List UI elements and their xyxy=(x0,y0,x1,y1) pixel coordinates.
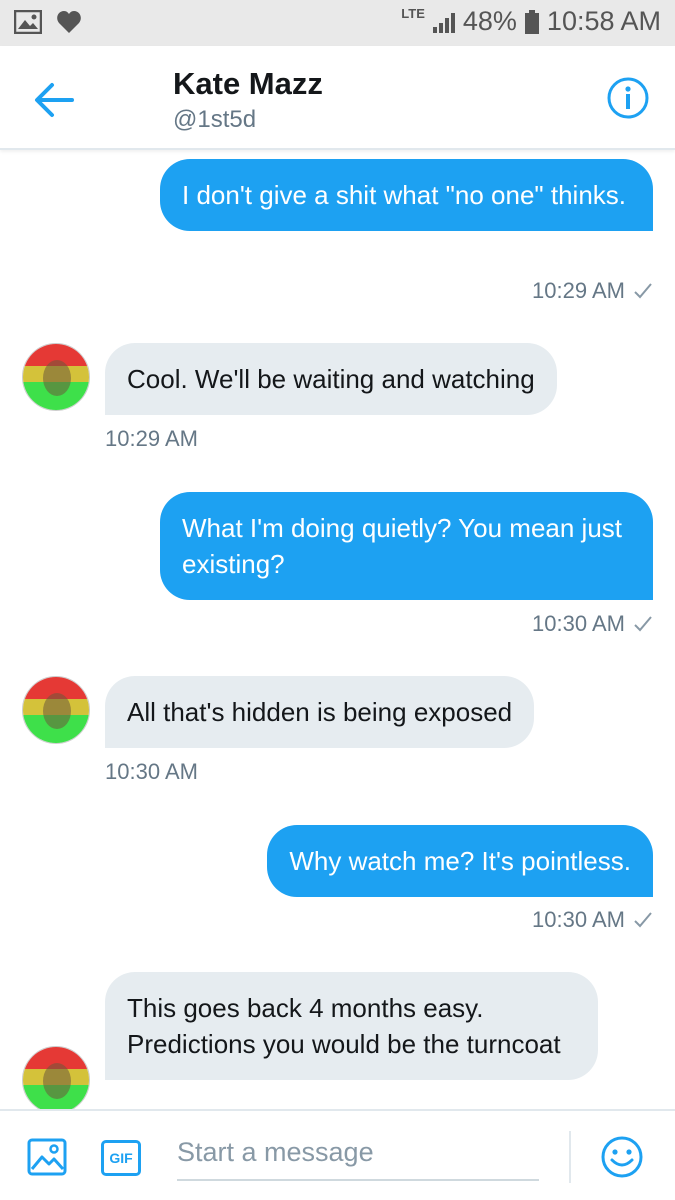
clock: 10:58 AM xyxy=(546,6,661,36)
message-bubble-incoming[interactable]: This goes back 4 months easy. Prediction… xyxy=(105,972,598,1080)
timestamp-text: 10:29 AM xyxy=(532,278,625,303)
message-text: This goes back 4 months easy. Prediction… xyxy=(127,993,561,1059)
message-bubble-outgoing[interactable]: What I'm doing quietly? You mean just ex… xyxy=(160,492,653,600)
message-bubble-incoming[interactable]: Cool. We'll be waiting and watching xyxy=(105,343,557,415)
battery-icon xyxy=(524,9,539,34)
message-input[interactable] xyxy=(177,1125,539,1181)
network-type: LTE xyxy=(401,6,425,21)
avatar[interactable] xyxy=(22,1046,90,1109)
read-check-icon xyxy=(634,912,652,928)
contact-name[interactable]: Kate Mazz xyxy=(173,66,323,102)
image-icon[interactable] xyxy=(27,1137,67,1177)
avatar[interactable] xyxy=(22,676,90,744)
emoji-icon[interactable] xyxy=(600,1135,644,1179)
status-indicators: LTE 48% 10:58 AM xyxy=(401,6,661,37)
info-icon[interactable] xyxy=(606,76,650,120)
status-notifications xyxy=(14,10,82,34)
read-check-icon xyxy=(634,283,652,299)
avatar-image xyxy=(23,677,89,743)
message-bubble-outgoing[interactable]: Why watch me? It's pointless. xyxy=(267,825,653,897)
message-timestamp: 10:30 AM xyxy=(532,907,653,933)
message-composer: GIF xyxy=(0,1109,675,1200)
conversation-header: Kate Mazz @1st5d xyxy=(0,46,675,150)
signal-icon xyxy=(432,11,455,33)
message-bubble-outgoing[interactable]: I don't give a shit what "no one" thinks… xyxy=(160,159,653,231)
message-text: What I'm doing quietly? You mean just ex… xyxy=(182,513,623,579)
message-timestamp: 10:30 AM xyxy=(532,611,653,637)
avatar-image xyxy=(23,1047,89,1109)
message-text: Why watch me? It's pointless. xyxy=(289,846,631,876)
heart-notification-icon xyxy=(57,11,81,33)
message-timestamp: 10:29 AM xyxy=(532,278,653,304)
read-check-icon xyxy=(634,616,652,632)
message-text: All that's hidden is being exposed xyxy=(127,697,513,727)
message-bubble-incoming[interactable]: All that's hidden is being exposed xyxy=(105,676,535,748)
battery-percent: 48% xyxy=(462,6,517,36)
message-text: Cool. We'll be waiting and watching xyxy=(127,364,535,394)
gif-button[interactable]: GIF xyxy=(101,1140,141,1176)
message-timestamp: 10:29 AM xyxy=(105,426,198,451)
status-bar: LTE 48% 10:58 AM xyxy=(0,0,675,46)
message-text: I don't give a shit what "no one" thinks… xyxy=(182,180,627,210)
avatar[interactable] xyxy=(22,343,90,411)
back-arrow-icon[interactable] xyxy=(32,80,76,120)
avatar-image xyxy=(23,344,89,410)
contact-handle: @1st5d xyxy=(173,106,257,133)
composer-divider xyxy=(569,1131,571,1183)
timestamp-text: 10:30 AM xyxy=(532,907,625,932)
timestamp-text: 10:30 AM xyxy=(532,611,625,636)
message-timestamp: 10:30 AM xyxy=(105,759,198,784)
gallery-notification-icon xyxy=(14,10,42,34)
message-list[interactable]: I don't give a shit what "no one" thinks… xyxy=(0,152,675,1109)
